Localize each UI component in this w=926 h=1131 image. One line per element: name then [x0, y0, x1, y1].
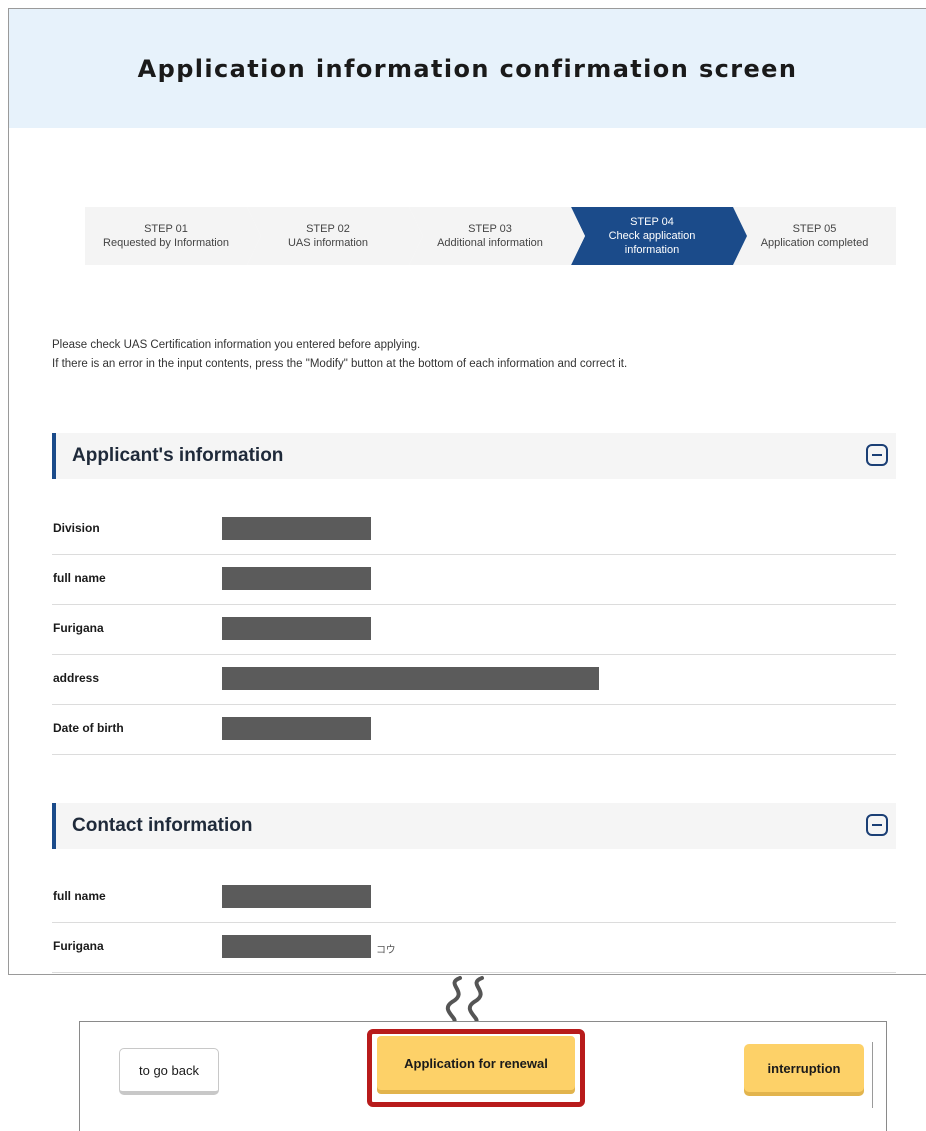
step-number: STEP 03: [468, 223, 512, 235]
redacted-value: [222, 667, 599, 690]
step-progress-bar: STEP 01 Requested by Information STEP 02…: [85, 207, 896, 265]
step-label: Check application information: [608, 230, 696, 256]
field-row-furigana: Furigana: [52, 605, 896, 655]
instruction-line: If there is an error in the input conten…: [52, 358, 628, 370]
confirmation-panel: Application information confirmation scr…: [8, 8, 926, 975]
redacted-value: [222, 935, 371, 958]
redacted-value: [222, 617, 371, 640]
field-label: Date of birth: [53, 721, 124, 735]
page-title: Application information confirmation scr…: [137, 54, 798, 83]
field-label: Division: [53, 521, 100, 535]
interruption-button[interactable]: interruption: [744, 1044, 864, 1092]
collapse-minus-icon[interactable]: [866, 814, 888, 836]
field-row-division: Division: [52, 505, 896, 555]
step-02: STEP 02 UAS information: [247, 207, 423, 265]
field-label: Furigana: [53, 939, 104, 953]
field-label: full name: [53, 571, 106, 585]
field-label: address: [53, 671, 100, 685]
step-05: STEP 05 Application completed: [733, 207, 896, 265]
step-label: Application completed: [760, 237, 869, 249]
field-row-full-name: full name: [52, 555, 896, 605]
step-number: STEP 01: [144, 223, 188, 235]
instructions: Please check UAS Certification informati…: [52, 336, 627, 374]
step-01: STEP 01 Requested by Information: [85, 207, 261, 265]
step-number: STEP 05: [792, 223, 837, 235]
step-label: Requested by Information: [103, 237, 229, 249]
divider: [872, 1042, 873, 1108]
step-label: Additional information: [437, 237, 543, 249]
contact-row-full-name: full name: [52, 873, 896, 923]
instruction-line: Please check UAS Certification informati…: [52, 339, 421, 351]
field-label: full name: [53, 889, 106, 903]
section-title: Applicant's information: [72, 445, 284, 466]
step-label: UAS information: [287, 237, 369, 249]
step-number: STEP 02: [306, 223, 350, 235]
contact-row-furigana: Furigana コウ: [52, 923, 896, 973]
step-03: STEP 03 Additional information: [409, 207, 585, 265]
redacted-value: [222, 885, 371, 908]
applicant-section-header: Applicant's information: [52, 433, 896, 479]
action-bar: to go back Application for renewal inter…: [79, 1021, 887, 1131]
redacted-value: [222, 717, 371, 740]
page-header: Application information confirmation scr…: [9, 9, 926, 128]
contact-section-header: Contact information: [52, 803, 896, 849]
redacted-value: [222, 567, 371, 590]
go-back-button[interactable]: to go back: [119, 1048, 219, 1095]
application-for-renewal-button[interactable]: Application for renewal: [377, 1036, 575, 1090]
furigana-suffix: コウ: [376, 945, 396, 956]
section-title: Contact information: [72, 815, 253, 836]
omission-squiggle-icon: [445, 976, 484, 1024]
redacted-value: [222, 517, 371, 540]
step-number: STEP 04: [630, 216, 674, 228]
collapse-minus-icon[interactable]: [866, 444, 888, 466]
field-label: Furigana: [53, 621, 104, 635]
field-row-date-of-birth: Date of birth: [52, 705, 896, 755]
field-row-address: address: [52, 655, 896, 705]
step-04-current: STEP 04 Check application information: [571, 207, 747, 265]
